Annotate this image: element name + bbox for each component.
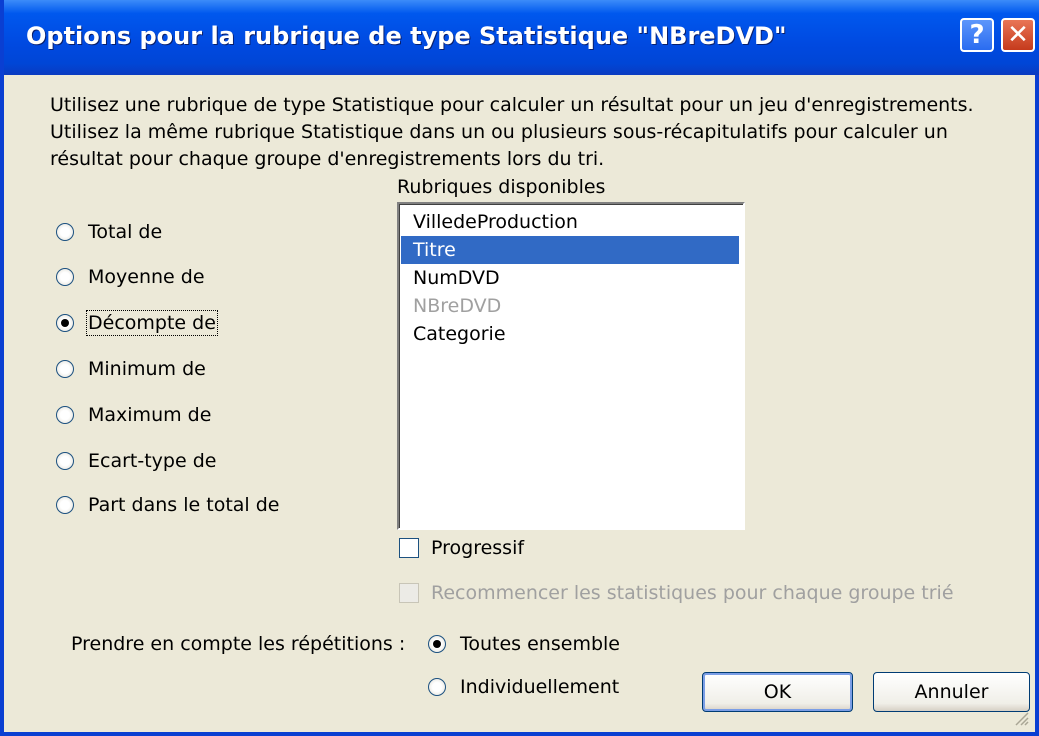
radio-label: Ecart-type de bbox=[88, 450, 217, 472]
radio-circle[interactable] bbox=[56, 223, 74, 241]
list-item: NBreDVD bbox=[413, 295, 502, 317]
title-bar[interactable]: Options pour la rubrique de type Statist… bbox=[4, 0, 1039, 75]
list-item[interactable]: NumDVD bbox=[401, 264, 739, 292]
radio-label: Décompte de bbox=[86, 310, 218, 336]
close-button[interactable]: ✕ bbox=[1001, 18, 1035, 52]
radio-label: Minimum de bbox=[88, 358, 206, 380]
restart-checkbox: Recommencer les statistiques pour chaque… bbox=[399, 582, 954, 604]
repetitions-label: Prendre en compte les répétitions : bbox=[71, 633, 406, 655]
checkbox-label: Recommencer les statistiques pour chaque… bbox=[431, 582, 954, 604]
radio-individually[interactable]: Individuellement bbox=[428, 676, 619, 698]
list-item[interactable]: Titre bbox=[401, 236, 739, 264]
description-text: Utilisez une rubrique de type Statistiqu… bbox=[50, 92, 1010, 173]
radio-circle[interactable] bbox=[56, 496, 74, 514]
help-button[interactable]: ? bbox=[960, 18, 994, 52]
radio-label: Part dans le total de bbox=[88, 494, 280, 516]
radio-circle[interactable] bbox=[428, 635, 446, 653]
available-fields-label: Rubriques disponibles bbox=[397, 176, 606, 198]
radio-circle[interactable] bbox=[56, 360, 74, 378]
close-icon: ✕ bbox=[1007, 20, 1029, 50]
radio-fraction[interactable]: Part dans le total de bbox=[56, 494, 279, 516]
list-item[interactable]: Categorie bbox=[401, 320, 739, 348]
radio-all-together[interactable]: Toutes ensemble bbox=[428, 633, 620, 655]
radio-label: Maximum de bbox=[88, 404, 212, 426]
description-line: Utilisez une rubrique de type Statistiqu… bbox=[50, 94, 974, 116]
cancel-button[interactable]: Annuler bbox=[873, 672, 1030, 712]
radio-label: Toutes ensemble bbox=[460, 633, 620, 655]
checkbox-box bbox=[399, 583, 419, 603]
radio-label: Moyenne de bbox=[88, 266, 205, 288]
description-line: résultat pour chaque groupe d'enregistre… bbox=[50, 148, 605, 170]
help-icon: ? bbox=[969, 20, 985, 50]
radio-minimum[interactable]: Minimum de bbox=[56, 358, 206, 380]
radio-average[interactable]: Moyenne de bbox=[56, 266, 205, 288]
checkbox-box[interactable] bbox=[399, 538, 419, 558]
dialog-window: Options pour la rubrique de type Statist… bbox=[0, 0, 1039, 736]
dialog-title: Options pour la rubrique de type Statist… bbox=[26, 22, 787, 50]
radio-stddev[interactable]: Ecart-type de bbox=[56, 450, 216, 472]
radio-circle[interactable] bbox=[56, 268, 74, 286]
radio-circle[interactable] bbox=[428, 678, 446, 696]
radio-circle[interactable] bbox=[56, 406, 74, 424]
radio-label: Total de bbox=[88, 221, 163, 243]
radio-total[interactable]: Total de bbox=[56, 221, 162, 243]
description-line: Utilisez la même rubrique Statistique da… bbox=[50, 121, 948, 143]
progressive-checkbox[interactable]: Progressif bbox=[399, 537, 524, 559]
radio-label: Individuellement bbox=[460, 676, 620, 698]
resize-grip-icon[interactable] bbox=[1013, 710, 1029, 726]
ok-button[interactable]: OK bbox=[702, 672, 853, 712]
radio-circle[interactable] bbox=[56, 452, 74, 470]
radio-circle[interactable] bbox=[56, 314, 74, 332]
available-fields-list[interactable]: VilledeProduction Titre NumDVD NBreDVD C… bbox=[397, 202, 745, 530]
radio-maximum[interactable]: Maximum de bbox=[56, 404, 211, 426]
radio-count[interactable]: Décompte de bbox=[56, 310, 218, 336]
checkbox-label: Progressif bbox=[431, 537, 525, 559]
list-item[interactable]: VilledeProduction bbox=[401, 208, 739, 236]
